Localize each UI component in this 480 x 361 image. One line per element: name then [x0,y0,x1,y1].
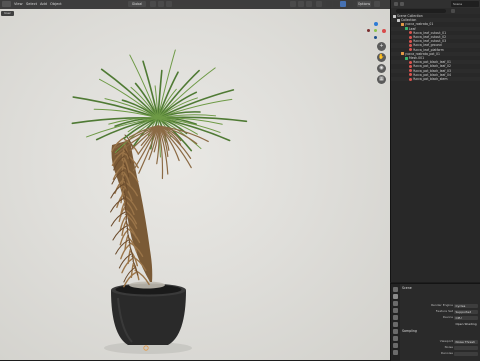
device-row: Device CPU [402,315,479,320]
proportional-edit-icon[interactable] [166,1,172,7]
cube-mode-icon[interactable] [2,1,11,7]
z-axis-icon[interactable] [374,22,378,26]
rendered-shading-icon[interactable] [347,1,353,7]
display-mode-icon[interactable] [400,2,404,6]
open-shading-row: Open Shading [402,321,479,326]
wireframe-shading-icon[interactable] [326,1,332,7]
editor-type-icon[interactable] [394,2,398,6]
material-icon [409,73,412,77]
sampling-section-header[interactable]: Sampling [402,329,479,334]
collection-icon [393,14,396,18]
render-engine-row: Render Engine Cycles [402,303,479,308]
device-dropdown[interactable]: CPU [454,315,478,320]
scene-selector[interactable]: Scene [451,1,479,7]
world-tab-icon[interactable] [393,322,398,327]
neg-x-axis-icon[interactable] [367,29,370,32]
zoom-icon[interactable]: + [377,42,386,51]
view-menu[interactable]: View [14,2,23,6]
material-icon [409,39,412,43]
collection-icon [397,18,400,22]
sidebar-toggle-icon[interactable] [374,1,380,7]
transform-orientation-dropdown[interactable]: Global [128,1,146,7]
output-tab-icon[interactable] [393,301,398,306]
pivot-icon[interactable] [150,1,156,7]
object-tab-icon[interactable] [393,329,398,334]
xray-toggle-icon[interactable] [316,1,322,7]
feature-set-row: Feature Set Supported [402,309,479,314]
filter-icon[interactable] [451,9,455,13]
material-icon [409,64,412,68]
object-icon [401,22,404,26]
solid-shading-icon[interactable] [333,1,339,7]
material-icon [409,48,412,52]
scene-tab-icon[interactable] [393,315,398,320]
y-axis-icon[interactable] [374,29,377,32]
visibility-icon[interactable] [290,1,296,7]
mesh-icon [405,56,408,60]
options-dropdown[interactable]: Options [357,1,371,7]
object-icon [401,52,404,56]
grid-icon[interactable]: ▦ [377,75,386,84]
x-axis-icon[interactable] [382,29,386,33]
outliner-topbar: Scene [391,0,480,8]
sampling-denoise-row: Denoise [402,351,479,356]
open-shading-checkbox[interactable]: Open Shading [454,322,478,326]
neg-z-axis-icon[interactable] [374,36,377,39]
outliner-search-input[interactable] [396,9,446,13]
viewport-noise-threshold-field[interactable]: Noise Thresh [454,339,478,344]
add-menu[interactable]: Add [40,2,47,6]
hand-icon[interactable]: ✋ [377,53,386,62]
material-icon [409,60,412,64]
sampling-viewport-row: Viewport Noise Thresh [402,339,479,344]
material-icon [409,31,412,35]
render-engine-dropdown[interactable]: Cycles [454,303,478,308]
select-menu[interactable]: Select [26,2,37,6]
properties-panel: Scene Render Engine Cycles Feature Set S… [390,283,480,361]
object-menu[interactable]: Object [50,2,62,6]
modifier-tab-icon[interactable] [393,336,398,341]
material-icon [409,35,412,39]
outliner-panel: Scene Scene Collection Collection yucca_ro… [390,0,480,282]
noise-field[interactable] [454,345,478,350]
render-tab-icon[interactable] [393,294,398,299]
particles-tab-icon[interactable] [393,343,398,348]
viewport-header: View Select Add Object Global Options [0,0,390,9]
yucca-plant-render [71,49,248,354]
feature-set-dropdown[interactable]: Supported [454,309,478,314]
snap-icon[interactable] [158,1,164,7]
properties-title: Scene [402,286,412,290]
3d-viewport[interactable]: View Select Add Object Global Options Us… [0,0,390,360]
material-tab-icon[interactable] [393,350,398,355]
material-icon [409,77,412,81]
tool-tab-icon[interactable] [393,287,398,292]
camera-icon[interactable]: ◉ [377,64,386,73]
mesh-icon [405,27,408,31]
view-layer-tab-icon[interactable] [393,308,398,313]
material-shading-icon[interactable] [340,1,346,7]
view-name-label: User [1,11,14,16]
overlay-toggle-icon[interactable] [306,1,312,7]
material-icon [409,69,412,73]
properties-tabs [391,284,400,361]
gizmo-toggle-icon[interactable] [298,1,304,7]
outliner-row[interactable]: Yucca_pot_black_stem [391,77,480,82]
material-icon [409,43,412,47]
denoise-field[interactable] [454,351,478,356]
outliner-row-label: Yucca_pot_black_stem [413,77,448,81]
sampling-noise-row: Noise [402,345,479,350]
